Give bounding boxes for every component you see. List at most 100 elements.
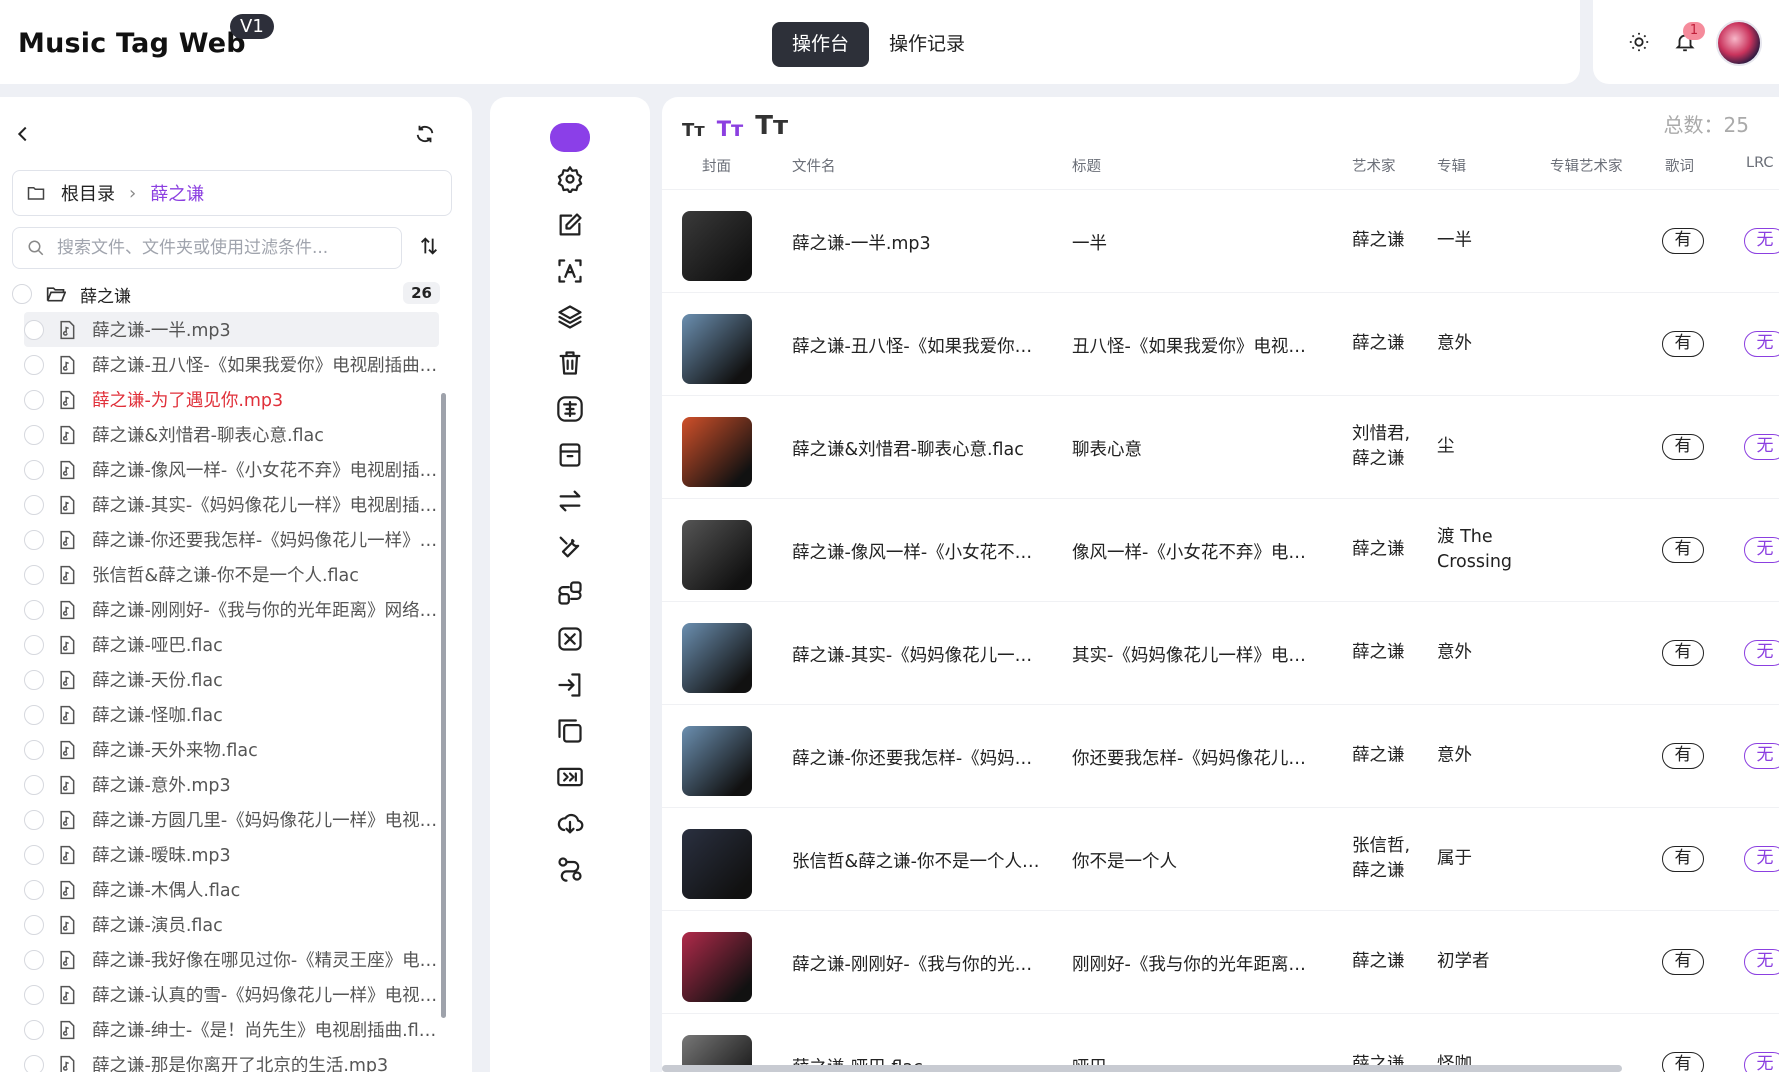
cell-album[interactable]: 意外 <box>1437 332 1547 357</box>
lyrics-badge[interactable]: 有 <box>1662 846 1704 872</box>
file-checkbox[interactable] <box>24 809 44 830</box>
folder-checkbox[interactable] <box>12 284 32 304</box>
cell-album[interactable]: 一半 <box>1437 229 1547 254</box>
lyrics-badge[interactable]: 有 <box>1662 537 1704 563</box>
album-cover[interactable] <box>682 623 752 693</box>
cell-title[interactable]: 其实-《妈妈像花儿一样》电视剧插曲 <box>1072 642 1312 667</box>
file-item[interactable]: 薛之谦-刚刚好-《我与你的光年距离》网络剧插曲.flac <box>24 592 439 627</box>
cell-title[interactable]: 聊表心意 <box>1072 436 1312 461</box>
group-icon[interactable] <box>554 577 586 609</box>
folder-row[interactable]: 薛之谦 26 <box>12 279 440 309</box>
file-checkbox[interactable] <box>24 424 44 445</box>
file-item[interactable]: 薛之谦-木偶人.flac <box>24 872 439 907</box>
lrc-badge[interactable]: 无 <box>1744 949 1779 975</box>
edit-icon[interactable] <box>554 209 586 241</box>
table-row[interactable]: 薛之谦&刘惜君-聊表心意.flac 聊表心意 刘惜君, 薛之谦尘 有 无 <box>662 395 1779 498</box>
cell-title[interactable]: 你还要我怎样-《妈妈像花儿一样》电视剧插曲 <box>1072 745 1312 770</box>
cell-artist[interactable]: 薛之谦 <box>1352 744 1414 769</box>
lrc-badge[interactable]: 无 <box>1744 228 1779 254</box>
replace-icon[interactable] <box>554 623 586 655</box>
cell-filename[interactable]: 薛之谦-像风一样-《小女花不弃》电视剧插曲.flac <box>792 539 1042 564</box>
file-item[interactable]: 薛之谦-暧昧.mp3 <box>24 837 439 872</box>
cell-title[interactable]: 丑八怪-《如果我爱你》电视剧插曲 <box>1072 333 1312 358</box>
cell-title[interactable]: 刚刚好-《我与你的光年距离》网络剧插曲 <box>1072 951 1312 976</box>
cell-album[interactable]: 尘 <box>1437 435 1547 460</box>
avatar[interactable] <box>1716 20 1762 66</box>
lyrics-badge[interactable]: 有 <box>1662 743 1704 769</box>
theme-toggle-icon[interactable] <box>1625 28 1653 56</box>
file-item[interactable]: 薛之谦-方圆几里-《妈妈像花儿一样》电视剧插曲.flac <box>24 802 439 837</box>
file-item[interactable]: 薛之谦-那是你离开了北京的生活.mp3 <box>24 1047 439 1072</box>
back-arrow-icon[interactable] <box>12 123 34 149</box>
cell-album[interactable]: 属于 <box>1437 847 1547 872</box>
file-checkbox[interactable] <box>24 984 44 1005</box>
cell-filename[interactable]: 张信哲&薛之谦-你不是一个人.flac <box>792 848 1042 873</box>
toolbar-pill[interactable] <box>550 123 590 152</box>
cell-filename[interactable]: 薛之谦-刚刚好-《我与你的光年距离》网络剧插曲.flac <box>792 951 1042 976</box>
file-checkbox[interactable] <box>24 599 44 620</box>
file-checkbox[interactable] <box>24 494 44 515</box>
file-item[interactable]: 薛之谦-为了遇见你.mp3 <box>24 382 439 417</box>
table-row[interactable]: 张信哲&薛之谦-你不是一个人.flac 你不是一个人 张信哲, 薛之谦 属于 有 无 <box>662 807 1779 910</box>
cell-artist[interactable]: 薛之谦 <box>1352 641 1414 666</box>
scrollbar[interactable] <box>441 393 446 1018</box>
cell-album[interactable]: 渡 The Crossing <box>1437 525 1547 575</box>
file-checkbox[interactable] <box>24 704 44 725</box>
tab-history[interactable]: 操作记录 <box>869 22 985 67</box>
file-checkbox[interactable] <box>24 564 44 585</box>
file-item[interactable]: 薛之谦-像风一样-《小女花不弃》电视剧插曲.flac <box>24 452 439 487</box>
col-lrc[interactable]: LRC <box>1746 155 1774 171</box>
breadcrumb-root[interactable]: 根目录 <box>61 180 115 206</box>
cell-artist[interactable]: 薛之谦 <box>1352 229 1414 254</box>
file-checkbox[interactable] <box>24 459 44 480</box>
file-item[interactable]: 薛之谦-认真的雪-《妈妈像花儿一样》电视剧插曲.flac <box>24 977 439 1012</box>
tab-console[interactable]: 操作台 <box>772 22 870 67</box>
file-item[interactable]: 薛之谦-天外来物.flac <box>24 732 439 767</box>
table-row[interactable]: 薛之谦-刚刚好-《我与你的光年距离》网络剧插曲.flac 刚刚好-《我与你的光年距… <box>662 910 1779 1013</box>
file-item[interactable]: 薛之谦-天份.flac <box>24 662 439 697</box>
col-title[interactable]: 标题 <box>1072 155 1101 176</box>
file-checkbox[interactable] <box>24 1054 44 1072</box>
album-cover[interactable] <box>682 726 752 796</box>
cell-title[interactable]: 像风一样-《小女花不弃》电视剧插曲 <box>1072 539 1312 564</box>
refresh-icon[interactable] <box>414 123 436 149</box>
file-checkbox[interactable] <box>24 844 44 865</box>
horizontal-scrollbar[interactable] <box>662 1065 1622 1072</box>
fast-forward-icon[interactable] <box>554 761 586 793</box>
traditional-chinese-icon[interactable] <box>554 393 586 425</box>
font-size-large[interactable]: Tт <box>755 111 788 141</box>
col-lyrics[interactable]: 歌词 <box>1665 155 1694 176</box>
file-item[interactable]: 薛之谦-怪咖.flac <box>24 697 439 732</box>
cell-album[interactable]: 初学者 <box>1437 950 1547 975</box>
lrc-badge[interactable]: 无 <box>1744 640 1779 666</box>
file-checkbox[interactable] <box>24 774 44 795</box>
archive-icon[interactable] <box>554 439 586 471</box>
lyrics-badge[interactable]: 有 <box>1662 640 1704 666</box>
file-item[interactable]: 薛之谦-丑八怪-《如果我爱你》电视剧插曲.flac <box>24 347 439 382</box>
file-item[interactable]: 张信哲&薛之谦-你不是一个人.flac <box>24 557 439 592</box>
font-size-medium[interactable]: Tт <box>717 117 744 141</box>
file-item[interactable]: 薛之谦-你还要我怎样-《妈妈像花儿一样》电视剧插曲.flac <box>24 522 439 557</box>
table-row[interactable]: 薛之谦-一半.mp3 一半 薛之谦 一半有无 <box>662 189 1779 292</box>
swap-icon[interactable] <box>554 485 586 517</box>
file-checkbox[interactable] <box>24 389 44 410</box>
table-row[interactable]: 薛之谦-丑八怪-《如果我爱你》电视剧插曲.flac 丑八怪-《如果我爱你》电视剧插… <box>662 292 1779 395</box>
file-item[interactable]: 薛之谦-一半.mp3 <box>24 312 439 347</box>
cell-artist[interactable]: 张信哲, 薛之谦 <box>1352 834 1414 884</box>
file-item[interactable]: 薛之谦&刘惜君-聊表心意.flac <box>24 417 439 452</box>
cell-filename[interactable]: 薛之谦-其实-《妈妈像花儿一样》电视剧插曲.flac <box>792 642 1042 667</box>
breadcrumb-current[interactable]: 薛之谦 <box>150 180 204 206</box>
album-cover[interactable] <box>682 520 752 590</box>
search-input[interactable] <box>57 238 387 258</box>
file-item[interactable]: 薛之谦-哑巴.flac <box>24 627 439 662</box>
file-item[interactable]: 薛之谦-绅士-《是！尚先生》电视剧插曲.flac <box>24 1012 439 1047</box>
layers-icon[interactable] <box>554 301 586 333</box>
import-icon[interactable] <box>554 669 586 701</box>
cell-artist[interactable]: 薛之谦 <box>1352 950 1414 975</box>
album-cover[interactable] <box>682 932 752 1002</box>
cell-artist[interactable]: 薛之谦 <box>1352 332 1414 357</box>
file-item[interactable]: 薛之谦-意外.mp3 <box>24 767 439 802</box>
file-item[interactable]: 薛之谦-其实-《妈妈像花儿一样》电视剧插曲.flac <box>24 487 439 522</box>
file-checkbox[interactable] <box>24 879 44 900</box>
lyrics-badge[interactable]: 有 <box>1662 331 1704 357</box>
